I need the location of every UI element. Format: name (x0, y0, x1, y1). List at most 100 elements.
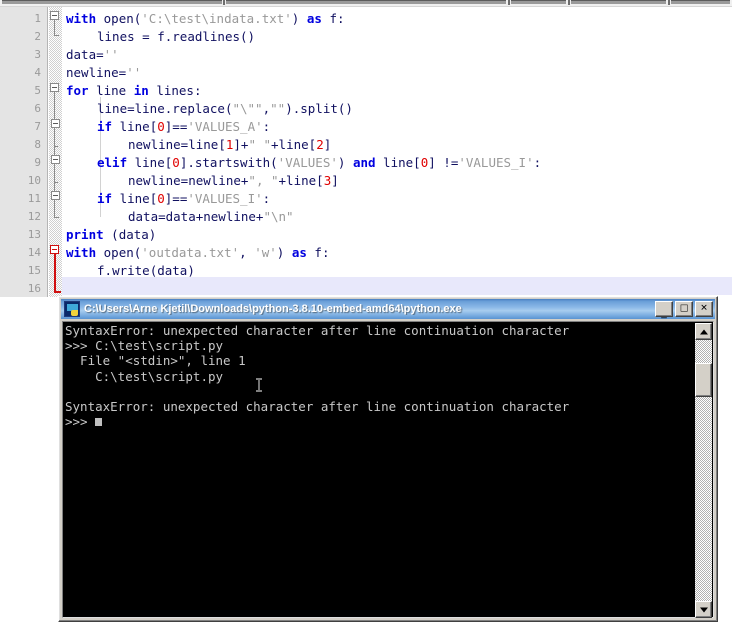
line-number: 1 (34, 12, 41, 25)
fold-toggle-line-9[interactable] (51, 155, 60, 164)
code-token: : (262, 191, 271, 206)
code-token: split (300, 101, 338, 116)
code-editor[interactable]: 1 2 3 4 5 6 7 8 9 10 11 12 13 14 15 16 w… (0, 7, 732, 297)
code-token: 0 (157, 119, 165, 134)
console-line: SyntaxError: unexpected character after … (65, 399, 570, 415)
code-token: : (336, 11, 345, 26)
code-token: line (375, 155, 414, 170)
console-title-bar[interactable]: C:\Users\Arne Kjetil\Downloads\python-3.… (61, 299, 715, 319)
minimize-button[interactable]: _ (655, 301, 673, 318)
line-number: 15 (27, 264, 41, 277)
fold-toggle-line-7[interactable] (51, 119, 60, 128)
code-token: newline= (66, 65, 127, 80)
code-token: ) (285, 101, 293, 116)
code-token: 'VALUES_A' (187, 119, 263, 134)
scroll-down-button[interactable] (695, 601, 712, 618)
code-token: == (172, 119, 188, 134)
code-line[interactable]: for line in lines: (66, 82, 201, 100)
code-token: for (66, 83, 89, 98)
console-scrollbar[interactable] (695, 323, 712, 618)
code-line[interactable]: with open('outdata.txt', 'w') as f: (66, 244, 329, 262)
code-token: 'VALUES_I' (187, 191, 263, 206)
line-number: 3 (34, 48, 41, 61)
code-token: lines (148, 83, 194, 98)
code-token: != (435, 155, 459, 170)
scrollbar-thumb[interactable] (695, 363, 712, 397)
code-line[interactable]: data='' (66, 46, 119, 64)
code-token: ] (428, 155, 436, 170)
console-output-area[interactable]: SyntaxError: unexpected character after … (62, 321, 714, 618)
console-line: C:\test\script.py (65, 368, 224, 384)
console-output-text: SyntaxError: unexpected character after … (65, 323, 683, 429)
fold-toggle-line-14[interactable] (50, 245, 59, 254)
fold-end-5 (54, 217, 59, 218)
code-token: [ (316, 173, 324, 188)
code-token: open (103, 245, 134, 260)
code-text-area[interactable]: with open('C:\test\indata.txt') as f: lin… (62, 7, 732, 297)
code-line[interactable]: print (data) (66, 226, 156, 244)
code-token: +line (278, 173, 317, 188)
line-number: 13 (27, 228, 41, 241)
window-controls: _ □ ✕ (655, 301, 713, 318)
code-token: : (262, 119, 271, 134)
code-token: if (97, 119, 113, 134)
fold-toggle-line-5[interactable] (50, 83, 59, 92)
code-token: [ (218, 137, 226, 152)
code-token: () (337, 101, 353, 116)
fold-tee-10 (54, 182, 58, 183)
python-console-window[interactable]: C:\Users\Arne Kjetil\Downloads\python-3.… (58, 296, 718, 622)
code-line[interactable]: line=line.replace("\"","").split() (97, 100, 353, 118)
fold-toggle-line-1[interactable] (50, 11, 59, 20)
console-line: SyntaxError: unexpected character after … (65, 323, 570, 338)
code-token: line (127, 155, 165, 170)
code-token: () (240, 29, 256, 44)
code-token: : (533, 155, 542, 170)
code-line[interactable]: f.write(data) (97, 262, 195, 280)
console-line: >>> C:\test\script.py (65, 338, 224, 354)
code-line[interactable]: if line[0]=='VALUES_A': (97, 118, 270, 136)
fold-toggle-line-11[interactable] (51, 191, 60, 200)
code-token: ( (270, 155, 278, 170)
line-number: 5 (34, 84, 41, 97)
code-line[interactable]: elif line[0].startswith('VALUES') and li… (97, 154, 541, 172)
code-token: : (193, 83, 202, 98)
code-token: "" (270, 101, 286, 116)
code-folding-margin[interactable] (49, 7, 62, 297)
code-line[interactable]: newline=newline+", "+line[3] (128, 172, 339, 190)
scroll-up-button[interactable] (695, 323, 712, 340)
line-number: 2 (34, 30, 41, 43)
code-token: "\n" (263, 209, 294, 224)
code-token: lines = f (97, 29, 165, 44)
code-token: ", " (248, 173, 279, 188)
code-line[interactable]: with open('C:\test\indata.txt') as f: (66, 10, 345, 28)
code-token: f (306, 245, 322, 260)
line-number: 8 (34, 138, 41, 151)
code-token: ] (331, 173, 339, 188)
code-line[interactable]: lines = f.readlines() (97, 28, 255, 46)
code-token: and (352, 155, 376, 170)
code-line[interactable]: data=data+newline+"\n" (128, 208, 294, 226)
maximize-button[interactable]: □ (675, 301, 693, 317)
console-cursor (95, 418, 103, 427)
code-line[interactable]: newline=line[1]+" "+line[2] (128, 136, 331, 154)
code-token: , (239, 245, 247, 260)
line-number: 11 (27, 192, 41, 205)
close-button[interactable]: ✕ (695, 301, 713, 317)
application-window: 1 2 3 4 5 6 7 8 9 10 11 12 13 14 15 16 w… (0, 0, 732, 634)
line-number: 14 (27, 246, 41, 259)
code-token: data= (66, 47, 104, 62)
code-token: open (103, 11, 134, 26)
fold-end-14 (54, 291, 61, 293)
code-token: [ (413, 155, 421, 170)
code-token: as (306, 11, 322, 26)
code-line[interactable]: newline='' (66, 64, 141, 82)
line-number-gutter: 1 2 3 4 5 6 7 8 9 10 11 12 13 14 15 16 (0, 7, 48, 297)
code-token: in (133, 83, 149, 98)
line-number: 4 (34, 66, 41, 79)
code-token: line (88, 83, 134, 98)
code-token: : (321, 245, 330, 260)
code-token: " " (248, 137, 272, 152)
code-line[interactable]: if line[0]=='VALUES_I': (97, 190, 270, 208)
